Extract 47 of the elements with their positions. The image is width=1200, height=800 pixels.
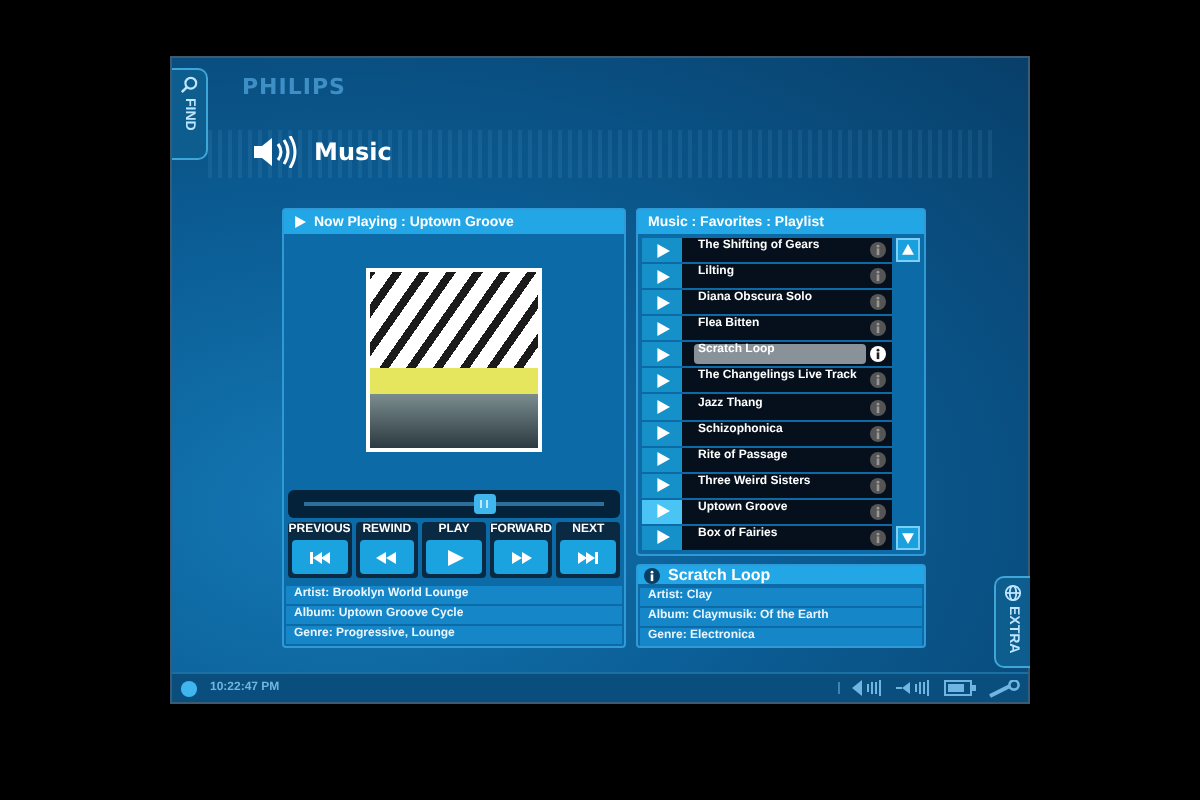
fast-forward-icon [509, 549, 534, 565]
previous-icon [307, 549, 332, 565]
brand-logo: PHILIPS [242, 74, 348, 102]
play-button[interactable] [642, 499, 682, 524]
section-title: Music [314, 138, 392, 166]
panel-title: Scratch Loop [638, 566, 924, 584]
scroll-up-button[interactable] [896, 238, 920, 262]
scroll-down-button[interactable] [896, 526, 920, 550]
seek-bar[interactable] [288, 490, 620, 518]
info-icon[interactable] [870, 242, 886, 259]
status-light-icon [180, 679, 198, 697]
info-icon[interactable] [870, 268, 886, 285]
volume-up-icon[interactable] [896, 680, 932, 696]
play-button[interactable] [642, 368, 682, 393]
volume-down-icon[interactable] [852, 680, 884, 696]
info-icon[interactable] [870, 451, 886, 468]
arrow-up-icon [902, 244, 914, 256]
play-button[interactable] [642, 525, 682, 550]
play-button[interactable] [642, 447, 682, 472]
play-button[interactable] [642, 264, 682, 289]
play-button[interactable] [642, 316, 682, 341]
info-icon[interactable] [870, 294, 886, 311]
info-icon [644, 567, 660, 583]
next-icon [576, 549, 601, 565]
speaker-icon [254, 136, 298, 168]
battery-icon [944, 680, 976, 696]
play-button[interactable] [642, 473, 682, 498]
info-icon[interactable] [870, 529, 886, 546]
play-button[interactable] [642, 290, 682, 315]
seek-handle[interactable] [474, 494, 496, 514]
play-icon [294, 216, 306, 228]
search-icon [180, 76, 198, 94]
play-button[interactable] [642, 342, 682, 367]
play-button[interactable] [642, 394, 682, 420]
info-icon[interactable] [870, 320, 886, 337]
info-icon[interactable] [870, 503, 886, 520]
info-icon[interactable] [870, 399, 886, 415]
globe-icon [1004, 584, 1022, 602]
rewind-icon [374, 549, 399, 565]
info-icon[interactable] [870, 346, 886, 363]
info-icon[interactable] [870, 477, 886, 494]
info-icon[interactable] [870, 372, 886, 389]
info-icon[interactable] [870, 425, 886, 442]
play-button[interactable] [642, 238, 682, 263]
wrench-icon[interactable] [988, 679, 1020, 697]
play-button[interactable] [642, 421, 682, 446]
arrow-down-icon [902, 532, 914, 544]
